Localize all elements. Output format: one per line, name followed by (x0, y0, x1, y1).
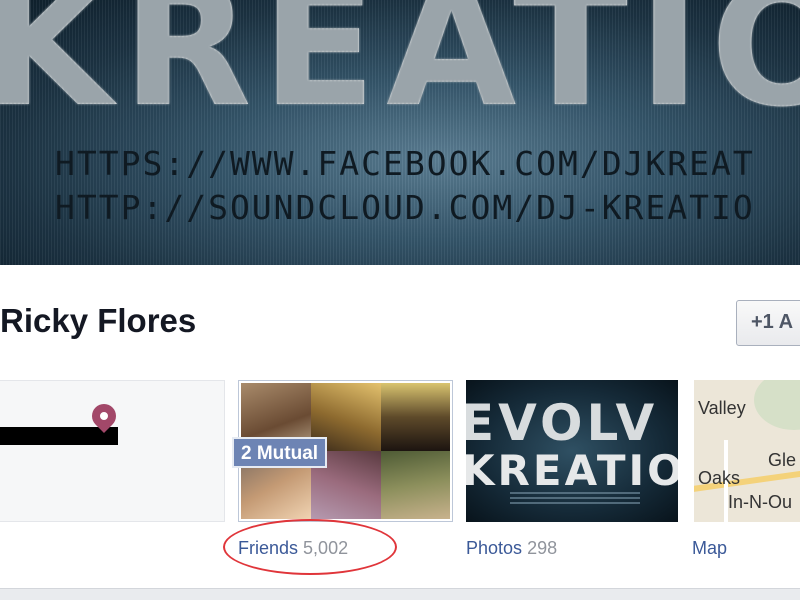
photos-tile[interactable]: EVOLV KREATION (466, 380, 678, 522)
map-place-label: Oaks (698, 468, 741, 488)
friend-photo[interactable] (381, 451, 450, 519)
photos-link-label: Photos (466, 538, 523, 558)
friend-photo[interactable] (381, 383, 450, 451)
map-link-label: Map (692, 538, 728, 558)
map-place-label: Valley (698, 398, 746, 418)
section-divider (0, 588, 800, 600)
cover-logo-text: KREATION (0, 0, 800, 130)
photos-thumbnail-word1: EVOLV (466, 394, 659, 452)
photos-thumbnail-word2: KREATION (466, 446, 678, 495)
photos-link[interactable]: Photos 298 (466, 538, 557, 559)
map-place-label: Gle (768, 450, 797, 470)
add-friend-button[interactable]: +1 A (736, 300, 800, 346)
cover-facebook-url: HTTPS://WWW.FACEBOOK.COM/DJKREAT (55, 144, 755, 183)
map-place-label: In-N-Ou (728, 492, 793, 512)
profile-name[interactable]: Ricky Flores (0, 302, 196, 340)
cover-soundcloud-url: HTTP://SOUNDCLOUD.COM/DJ-KREATIO (55, 188, 755, 227)
annotation-circle (223, 519, 397, 575)
photos-count: 298 (527, 538, 558, 558)
map-link[interactable]: Map (692, 538, 727, 559)
map-area (754, 380, 800, 430)
mutual-friends-badge[interactable]: 2 Mutual (232, 437, 328, 468)
cover-photo[interactable]: KREATION HTTPS://WWW.FACEBOOK.COM/DJKREA… (0, 0, 800, 265)
about-tile[interactable] (0, 380, 225, 522)
map-tile[interactable]: Valley Oaks Gle In-N-Ou (694, 380, 800, 522)
photos-thumbnail-urls (510, 492, 640, 506)
